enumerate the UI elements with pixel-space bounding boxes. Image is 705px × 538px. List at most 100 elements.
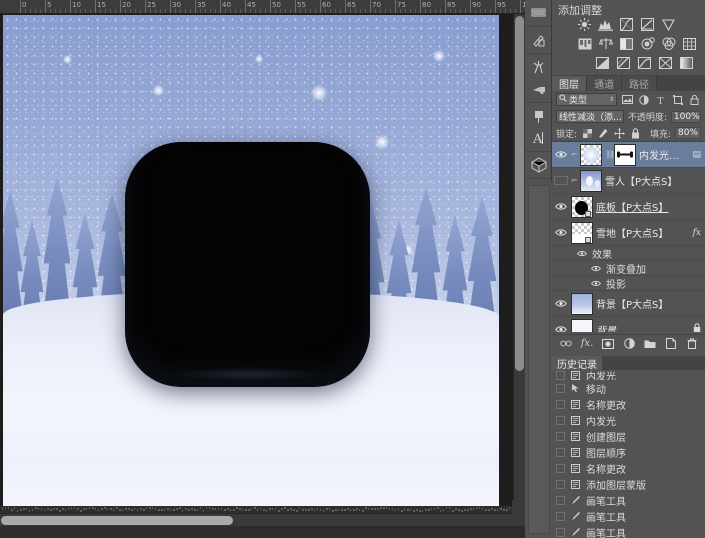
history-list[interactable]: 内发光 移动 名称更改 内发光 创建图层 图层顺序 名称更改 添加图层蒙版 画笔… (552, 370, 705, 538)
layer-thumbnail[interactable] (571, 319, 593, 333)
list-item[interactable]: 画笔工具 (552, 524, 705, 538)
table-row[interactable]: 背景 (552, 317, 705, 332)
table-row[interactable]: 背景【P大点S】 (552, 291, 705, 317)
table-row[interactable]: 底板【P大点S】 (552, 194, 705, 220)
history-snapshot-checkbox[interactable] (556, 464, 565, 473)
blend-mode-select[interactable]: 线性减淡（添… ⇕ (556, 110, 624, 123)
layer-thumbnail[interactable] (571, 293, 593, 315)
eye-icon[interactable] (554, 200, 568, 214)
type-tool-icon[interactable]: A (525, 127, 552, 149)
lock-image-pixels-icon[interactable] (597, 127, 609, 139)
vertical-scroll-thumb[interactable] (515, 16, 524, 371)
opacity-value[interactable]: 100% (671, 111, 701, 123)
dodge-tool-icon[interactable] (525, 56, 552, 78)
history-snapshot-checkbox[interactable] (556, 384, 565, 393)
filter-adjustment-icon[interactable] (638, 93, 651, 106)
threshold-icon[interactable] (636, 55, 653, 70)
invert-icon[interactable] (594, 55, 611, 70)
list-item[interactable]: 名称更改 (552, 460, 705, 476)
hue-saturation-icon[interactable] (576, 36, 593, 51)
gradient-tool-icon[interactable] (525, 2, 552, 24)
tab-layers[interactable]: 图层 (552, 76, 587, 91)
filter-pixel-icon[interactable] (621, 93, 634, 106)
delete-layer-button[interactable] (686, 337, 698, 350)
history-snapshot-checkbox[interactable] (556, 528, 565, 537)
history-snapshot-checkbox[interactable] (556, 496, 565, 505)
history-snapshot-checkbox[interactable] (556, 448, 565, 457)
layer-thumbnail[interactable] (580, 144, 602, 166)
color-lookup-icon[interactable] (681, 36, 698, 51)
history-snapshot-checkbox[interactable] (556, 371, 565, 380)
tab-history[interactable]: 历史记录 (552, 356, 602, 370)
list-item[interactable]: 添加图层蒙版 (552, 476, 705, 492)
filter-smart-object-icon[interactable] (688, 93, 701, 106)
eye-icon[interactable] (590, 277, 602, 289)
layer-name[interactable]: 雪人【P大点S】 (605, 173, 703, 188)
fill-value[interactable]: 80% (675, 127, 701, 139)
black-white-icon[interactable] (618, 36, 635, 51)
table-row[interactable]: ⌐ 雪人【P大点S】 (552, 168, 705, 194)
layer-list[interactable]: ⌐ ⛓ 内发光… ▤ ⌐ 雪人【P大点S】 底板【P大点S】 雪地【P大点S】 … (552, 142, 705, 332)
posterize-icon[interactable] (615, 55, 632, 70)
layer-name[interactable]: 背景【P大点S】 (596, 296, 703, 311)
blur-tool-icon[interactable] (525, 29, 552, 51)
table-row[interactable]: ⌐ ⛓ 内发光… ▤ (552, 142, 705, 168)
eye-icon[interactable] (554, 148, 568, 162)
list-item[interactable]: 内发光 (552, 370, 705, 380)
list-item[interactable]: 名称更改 (552, 396, 705, 412)
brightness-contrast-icon[interactable] (576, 17, 593, 32)
layer-fx-icon[interactable]: fx (693, 228, 703, 238)
horizontal-ruler[interactable]: 0510152025303540455055606570758085909510… (0, 0, 525, 14)
layer-name[interactable]: 底板【P大点S】 (596, 199, 703, 214)
gradient-map-icon[interactable] (678, 55, 695, 70)
list-item[interactable]: 画笔工具 (552, 508, 705, 524)
canvas-viewport[interactable] (0, 14, 513, 506)
horizontal-scrollbar[interactable] (0, 513, 513, 526)
curves-icon[interactable] (618, 17, 635, 32)
layer-name[interactable]: 雪地【P大点S】 (596, 225, 690, 240)
channel-mixer-icon[interactable] (660, 36, 677, 51)
effect-gradient-overlay-row[interactable]: 渐变叠加 (552, 261, 705, 276)
layer-name[interactable]: 背景 (596, 322, 690, 332)
effect-drop-shadow-row[interactable]: 投影 (552, 276, 705, 291)
black-rounded-square-shape[interactable] (125, 142, 370, 387)
lock-position-icon[interactable] (613, 127, 625, 139)
3d-object-tool-icon[interactable] (525, 154, 552, 176)
eye-icon[interactable] (554, 323, 568, 333)
filter-type-icon[interactable]: T (655, 93, 668, 106)
color-balance-icon[interactable] (597, 36, 614, 51)
history-snapshot-checkbox[interactable] (556, 416, 565, 425)
history-snapshot-checkbox[interactable] (556, 432, 565, 441)
vibrance-icon[interactable] (660, 17, 677, 32)
layer-thumbnail[interactable] (571, 196, 593, 218)
exposure-icon[interactable] (639, 17, 656, 32)
link-layers-button[interactable] (560, 337, 572, 350)
levels-icon[interactable] (597, 17, 614, 32)
tab-paths[interactable]: 路径 (622, 76, 657, 91)
history-snapshot-checkbox[interactable] (556, 512, 565, 521)
canvas-image[interactable] (3, 15, 499, 506)
mask-link-icon[interactable]: ⛓ (605, 150, 611, 159)
new-adjustment-button[interactable] (623, 337, 635, 350)
layer-name[interactable]: 内发光… (639, 147, 689, 162)
selective-color-icon[interactable] (657, 55, 674, 70)
photo-filter-icon[interactable] (639, 36, 656, 51)
layer-mask-thumbnail[interactable] (614, 144, 636, 166)
vertical-scrollbar[interactable] (513, 14, 525, 506)
effects-header-row[interactable]: 效果 (552, 246, 705, 261)
new-layer-button[interactable] (665, 337, 677, 350)
pen-tool-icon[interactable] (525, 105, 552, 127)
horizontal-scroll-thumb[interactable] (1, 516, 233, 525)
new-group-button[interactable] (644, 337, 656, 350)
table-row[interactable]: 雪地【P大点S】 fx (552, 220, 705, 246)
history-snapshot-checkbox[interactable] (556, 480, 565, 489)
history-snapshot-checkbox[interactable] (556, 400, 565, 409)
list-item[interactable]: 创建图层 (552, 428, 705, 444)
eye-icon[interactable] (590, 262, 602, 274)
lock-all-icon[interactable] (629, 127, 641, 139)
scroll-corner-buttons[interactable] (512, 500, 525, 526)
filter-shape-icon[interactable] (671, 93, 684, 106)
layer-kind-select[interactable]: 类型 ⇕ (556, 93, 617, 106)
add-mask-button[interactable] (602, 337, 614, 350)
list-item[interactable]: 图层顺序 (552, 444, 705, 460)
